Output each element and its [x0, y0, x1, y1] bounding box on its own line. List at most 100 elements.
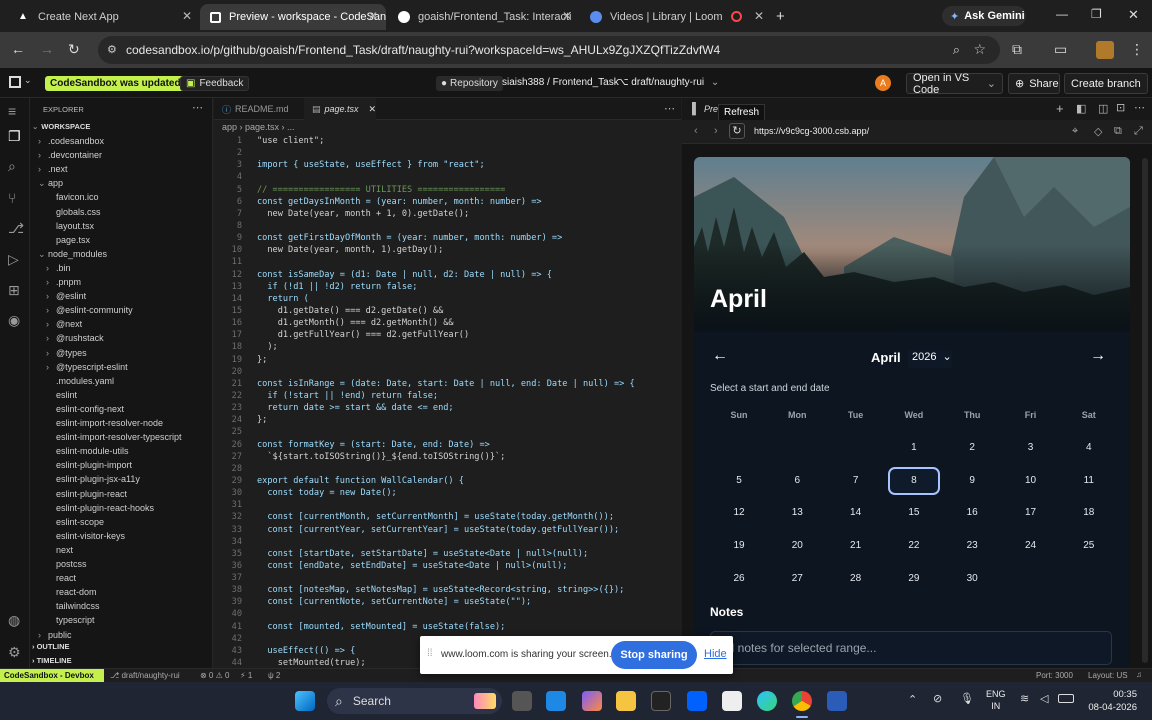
cast-icon[interactable]: ▭ [1054, 41, 1067, 58]
clock[interactable]: 00:35 08-04-2026 [1085, 688, 1137, 714]
branch-status[interactable]: ⎇ draft/naughty-rui [110, 671, 180, 680]
tree-item[interactable]: › public [38, 630, 72, 640]
close-tab-icon[interactable]: ✕ [562, 9, 572, 23]
tree-item[interactable]: next [46, 545, 73, 555]
tree-item[interactable]: › @eslint-community [46, 305, 133, 315]
tree-item[interactable]: .modules.yaml [46, 376, 114, 386]
feedback-button[interactable]: ▣ Feedback [180, 76, 250, 91]
battery-icon[interactable] [1058, 694, 1074, 703]
problems-status[interactable]: ⊗ 0 ⚠ 0 [200, 671, 229, 680]
browser-tab-preview[interactable]: Preview - workspace - CodeSan ✕ [200, 4, 386, 30]
calendar-day[interactable]: 21 [830, 532, 882, 560]
minimize-icon[interactable]: — [1056, 7, 1068, 21]
avatar[interactable]: A [875, 75, 891, 91]
git-branch-icon[interactable]: ⎇ [8, 220, 24, 237]
tree-item[interactable]: eslint-import-resolver-node [46, 418, 163, 428]
calendar-day[interactable]: 23 [946, 532, 998, 560]
tree-item[interactable]: › .pnpm [46, 277, 81, 287]
maximize-icon[interactable]: ❐ [1091, 7, 1102, 21]
settings-gear-icon[interactable]: ⚙ [8, 644, 21, 661]
run-debug-icon[interactable]: ▷ [8, 251, 19, 268]
amazon-icon[interactable] [651, 691, 671, 711]
code-lines[interactable]: 1 "use client"; 2 3 import { useState, useEf… [214, 135, 681, 668]
tree-item[interactable]: eslint-plugin-import [46, 460, 132, 470]
file-explorer-icon[interactable] [616, 691, 636, 711]
stop-sharing-button[interactable]: Stop sharing [611, 641, 697, 669]
ports-status[interactable]: ⚡ 1 [240, 671, 252, 680]
layout-status[interactable]: Layout: US [1088, 671, 1128, 680]
ports2-status[interactable]: ψ 2 [268, 671, 280, 680]
browser-tab-github[interactable]: goaish/Frontend_Task: Interacti ✕ [388, 4, 580, 30]
calendar-day-selected[interactable]: 8 [887, 466, 940, 495]
source-control-icon[interactable]: ⑂ [8, 190, 16, 206]
tree-item[interactable]: eslint-module-utils [46, 446, 129, 456]
preview-tab-label[interactable]: Pre [704, 104, 718, 114]
chevron-down-icon[interactable]: ⌄ [24, 75, 32, 86]
chrome-icon[interactable] [792, 691, 812, 711]
amazon-app-icon[interactable] [722, 691, 742, 711]
calendar-day[interactable]: 28 [830, 565, 882, 593]
search-icon[interactable]: ⌕ [8, 158, 16, 175]
account-icon[interactable]: ◍ [8, 612, 20, 629]
close-tab-icon[interactable]: ✕ [182, 9, 192, 23]
browser-tab-loom[interactable]: Videos | Library | Loom ✕ [580, 4, 772, 30]
tree-item[interactable]: postcss [46, 559, 87, 569]
branch-selector[interactable]: ⌥ draft/naughty-rui ⌄ [617, 77, 719, 88]
port-status[interactable]: Port: 3000 [1036, 671, 1073, 680]
tree-item[interactable]: ⌄ node_modules [38, 249, 107, 260]
forward-icon[interactable]: › [714, 125, 718, 137]
url-field[interactable]: ⚙ codesandbox.io/p/github/goaish/Fronten… [98, 36, 1000, 64]
share-button[interactable]: ⊕ Share [1008, 73, 1060, 94]
calendar-day[interactable]: 12 [713, 499, 765, 527]
preview-scrollbar[interactable] [1142, 158, 1148, 663]
calendar-day[interactable]: 27 [771, 565, 823, 593]
calendar-day[interactable]: 19 [713, 532, 765, 560]
outline-section[interactable]: › OUTLINE [32, 642, 70, 651]
workspace-section[interactable]: ⌄ WORKSPACE [32, 122, 90, 131]
store-icon[interactable] [546, 691, 566, 711]
tree-item[interactable]: › .bin [46, 263, 71, 273]
split-icon[interactable]: ◧ [1076, 102, 1086, 115]
calendar-day[interactable]: 18 [1063, 499, 1115, 527]
layout-icon[interactable]: ◫ [1098, 102, 1108, 115]
back-icon[interactable]: ‹ [694, 125, 698, 137]
notes-input[interactable]: dd notes for selected range... [710, 631, 1112, 665]
edge-icon[interactable] [757, 691, 777, 711]
tree-item[interactable]: › .devcontainer [38, 150, 102, 160]
hamburger-menu-icon[interactable]: ≡ [8, 103, 16, 119]
bell-icon[interactable]: ♫ [1136, 670, 1142, 679]
new-tab-icon[interactable]: + [776, 8, 785, 25]
tree-item[interactable]: react [46, 573, 76, 583]
tree-item[interactable]: eslint-import-resolver-typescript [46, 432, 182, 442]
preview-url[interactable]: https://v9c9cg-3000.csb.app/ [754, 126, 869, 136]
tree-item[interactable]: tailwindcss [46, 601, 100, 611]
calendar-day[interactable]: 1 [888, 434, 940, 462]
tray-chevron-icon[interactable]: ⌃ [908, 693, 917, 706]
calendar-day[interactable]: 2 [946, 434, 998, 462]
repo-path[interactable]: siaish388 / Frontend_Task [502, 77, 619, 88]
windows-start-icon[interactable] [295, 691, 315, 711]
calendar-day[interactable]: 30 [946, 565, 998, 593]
calendar-day[interactable]: 15 [888, 499, 940, 527]
tree-item[interactable]: typescript [46, 615, 95, 625]
editor-more-icon[interactable]: ⋯ [664, 102, 675, 115]
explorer-more-icon[interactable]: ⋯ [192, 101, 203, 114]
open-in-vscode-button[interactable]: Open in VS Code ⌄ [906, 72, 1003, 96]
calendar-day[interactable]: 13 [771, 499, 823, 527]
ask-gemini-button[interactable]: ✦ Ask Gemini [942, 6, 1026, 26]
calendar-day[interactable]: 5 [713, 467, 765, 495]
tree-item[interactable]: eslint [46, 390, 77, 400]
tree-item[interactable]: › .codesandbox [38, 136, 104, 146]
calendar-day[interactable]: 16 [946, 499, 998, 527]
browser-menu-icon[interactable]: ⋮ [1130, 41, 1144, 58]
calendar-day[interactable]: 20 [771, 532, 823, 560]
year-select[interactable]: 2026 ⌄ [908, 350, 952, 368]
calendar-day[interactable]: 10 [1005, 467, 1057, 495]
calendar-day[interactable]: 9 [946, 467, 998, 495]
timeline-section[interactable]: › TIMELINE [32, 656, 72, 665]
calendar-day[interactable]: 17 [1005, 499, 1057, 527]
tree-item[interactable]: page.tsx [46, 235, 90, 245]
extensions-icon[interactable]: ⧉ [1012, 41, 1022, 58]
inspect-icon[interactable]: ◇ [1094, 125, 1102, 138]
tree-item[interactable]: react-dom [46, 587, 97, 597]
